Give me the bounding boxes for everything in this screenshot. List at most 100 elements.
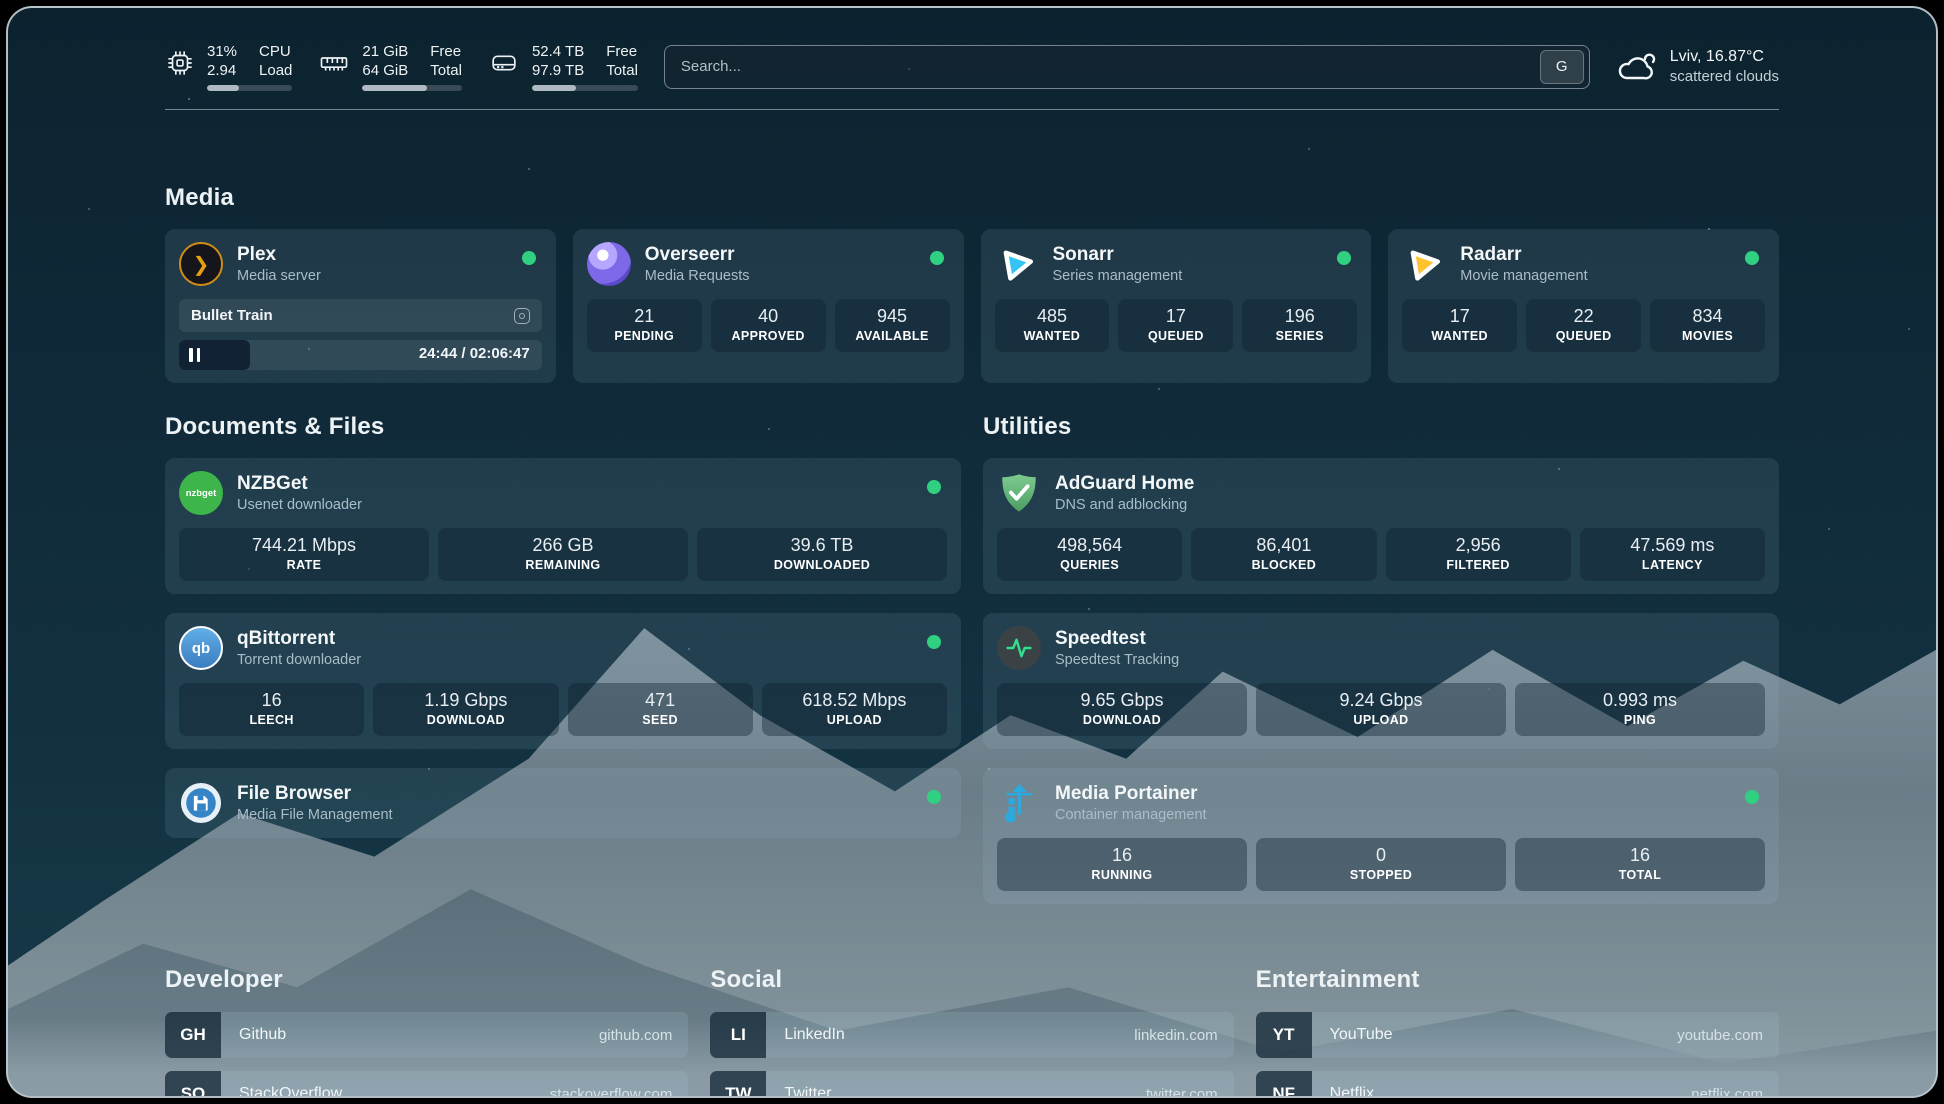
stat-label: DOWNLOAD bbox=[377, 713, 554, 727]
stat-value: 16 bbox=[1001, 845, 1243, 866]
stat-box: 16 LEECH bbox=[179, 683, 364, 736]
stat-value: 9.24 Gbps bbox=[1260, 690, 1502, 711]
stat-label: APPROVED bbox=[715, 329, 822, 343]
stat-value: 86,401 bbox=[1195, 535, 1372, 556]
app-description: Movie management bbox=[1460, 268, 1587, 284]
search-input[interactable] bbox=[681, 58, 1540, 75]
cpu-widget: 31% 2.94 CPU Load bbox=[165, 42, 292, 91]
section-title-utilities: Utilities bbox=[983, 413, 1779, 441]
app-description: Media server bbox=[237, 268, 321, 284]
cpu-label: CPU bbox=[259, 42, 292, 61]
status-indicator bbox=[930, 251, 944, 265]
bookmark-tag: TW bbox=[710, 1071, 766, 1098]
stat-box: 2,956 FILTERED bbox=[1386, 528, 1571, 581]
stat-label: RUNNING bbox=[1001, 868, 1243, 882]
app-description: Speedtest Tracking bbox=[1055, 652, 1179, 668]
stat-box: 21 PENDING bbox=[587, 299, 702, 352]
bookmark-link[interactable]: NF Netflix netflix.com bbox=[1256, 1071, 1779, 1098]
weather-widget: Lviv, 16.87°C scattered clouds bbox=[1616, 48, 1779, 85]
stat-value: 2,956 bbox=[1390, 535, 1567, 556]
app-name: NZBGet bbox=[237, 473, 362, 495]
bookmark-domain: github.com bbox=[599, 1027, 672, 1044]
stat-label: DOWNLOAD bbox=[1001, 713, 1243, 727]
search-engine-button[interactable]: G bbox=[1540, 50, 1584, 84]
stat-value: 744.21 Mbps bbox=[183, 535, 425, 556]
bookmark-name: YouTube bbox=[1330, 1026, 1393, 1044]
section-title-developer: Developer bbox=[165, 966, 688, 994]
pause-icon[interactable] bbox=[189, 348, 200, 362]
memory-free-value: 21 GiB bbox=[362, 42, 408, 61]
app-description: Series management bbox=[1053, 268, 1183, 284]
stat-label: WANTED bbox=[1406, 329, 1513, 343]
stat-box: 485 WANTED bbox=[995, 299, 1110, 352]
bookmark-link[interactable]: YT YouTube youtube.com bbox=[1256, 1012, 1779, 1058]
nzbget-icon: nzbget bbox=[179, 471, 223, 515]
app-card-speedtest[interactable]: Speedtest Speedtest Tracking 9.65 Gbps D… bbox=[983, 613, 1779, 749]
stat-label: PENDING bbox=[591, 329, 698, 343]
bookmark-domain: twitter.com bbox=[1146, 1086, 1218, 1099]
app-name: qBittorrent bbox=[237, 628, 361, 650]
bookmark-tag: GH bbox=[165, 1012, 221, 1058]
app-card-sonarr[interactable]: Sonarr Series management 485 WANTED 17 Q… bbox=[981, 229, 1372, 383]
stat-box: 40 APPROVED bbox=[711, 299, 826, 352]
stat-box: 744.21 Mbps RATE bbox=[179, 528, 429, 581]
bookmark-link[interactable]: SO StackOverflow stackoverflow.com bbox=[165, 1071, 688, 1098]
stat-value: 40 bbox=[715, 306, 822, 327]
stat-box: 16 TOTAL bbox=[1515, 838, 1765, 891]
app-name: Sonarr bbox=[1053, 244, 1183, 266]
stat-label: TOTAL bbox=[1519, 868, 1761, 882]
stat-box: 16 RUNNING bbox=[997, 838, 1247, 891]
stat-value: 266 GB bbox=[442, 535, 684, 556]
app-card-plex[interactable]: ❯ Plex Media server Bullet Train bbox=[165, 229, 556, 383]
filebrowser-icon bbox=[179, 781, 223, 825]
radarr-icon bbox=[1402, 242, 1446, 286]
cpu-progress-bar bbox=[207, 85, 292, 91]
stat-box: 1.19 Gbps DOWNLOAD bbox=[373, 683, 558, 736]
overseerr-icon bbox=[587, 242, 631, 286]
stat-box: 498,564 QUERIES bbox=[997, 528, 1182, 581]
bookmark-link[interactable]: LI LinkedIn linkedin.com bbox=[710, 1012, 1233, 1058]
stat-box: 471 SEED bbox=[568, 683, 753, 736]
memory-total-value: 64 GiB bbox=[362, 61, 408, 80]
bookmark-domain: netflix.com bbox=[1691, 1086, 1763, 1099]
memory-total-label: Total bbox=[430, 61, 462, 80]
playback-time: 24:44 / 02:06:47 bbox=[419, 345, 530, 362]
stat-box: 22 QUEUED bbox=[1526, 299, 1641, 352]
app-name: Speedtest bbox=[1055, 628, 1179, 650]
app-card-portainer[interactable]: Media Portainer Container management 16 … bbox=[983, 768, 1779, 904]
stat-value: 0.993 ms bbox=[1519, 690, 1761, 711]
app-name: Media Portainer bbox=[1055, 783, 1207, 805]
stat-label: SEED bbox=[572, 713, 749, 727]
stat-value: 21 bbox=[591, 306, 698, 327]
disk-icon bbox=[488, 48, 520, 78]
app-description: DNS and adblocking bbox=[1055, 497, 1194, 513]
stat-box: 9.65 Gbps DOWNLOAD bbox=[997, 683, 1247, 736]
section-title-entertainment: Entertainment bbox=[1256, 966, 1779, 994]
status-indicator bbox=[927, 635, 941, 649]
stat-box: 0 STOPPED bbox=[1256, 838, 1506, 891]
section-title-social: Social bbox=[710, 966, 1233, 994]
stat-box: 47.569 ms LATENCY bbox=[1580, 528, 1765, 581]
app-card-overseerr[interactable]: Overseerr Media Requests 21 PENDING 40 A… bbox=[573, 229, 964, 383]
header-divider bbox=[165, 109, 1779, 110]
now-playing-title: Bullet Train bbox=[191, 307, 273, 324]
memory-widget: 21 GiB 64 GiB Free Total bbox=[318, 42, 462, 91]
bookmark-link[interactable]: GH Github github.com bbox=[165, 1012, 688, 1058]
app-card-adguard[interactable]: AdGuard Home DNS and adblocking 498,564 … bbox=[983, 458, 1779, 594]
stat-box: 17 WANTED bbox=[1402, 299, 1517, 352]
dashboard-screen: 31% 2.94 CPU Load bbox=[6, 6, 1938, 1098]
bookmark-name: StackOverflow bbox=[239, 1085, 342, 1098]
app-card-filebrowser[interactable]: File Browser Media File Management bbox=[165, 768, 961, 838]
app-description: Usenet downloader bbox=[237, 497, 362, 513]
disk-free-label: Free bbox=[606, 42, 638, 61]
app-card-radarr[interactable]: Radarr Movie management 17 WANTED 22 QUE… bbox=[1388, 229, 1779, 383]
cloud-icon bbox=[1616, 50, 1658, 84]
stat-label: UPLOAD bbox=[766, 713, 943, 727]
bookmark-domain: linkedin.com bbox=[1134, 1027, 1217, 1044]
app-card-qbittorrent[interactable]: qb qBittorrent Torrent downloader 16 LE bbox=[165, 613, 961, 749]
app-description: Media File Management bbox=[237, 807, 393, 823]
bookmark-link[interactable]: TW Twitter twitter.com bbox=[710, 1071, 1233, 1098]
bookmark-tag: YT bbox=[1256, 1012, 1312, 1058]
stat-box: 266 GB REMAINING bbox=[438, 528, 688, 581]
app-card-nzbget[interactable]: nzbget NZBGet Usenet downloader 744.21 M… bbox=[165, 458, 961, 594]
